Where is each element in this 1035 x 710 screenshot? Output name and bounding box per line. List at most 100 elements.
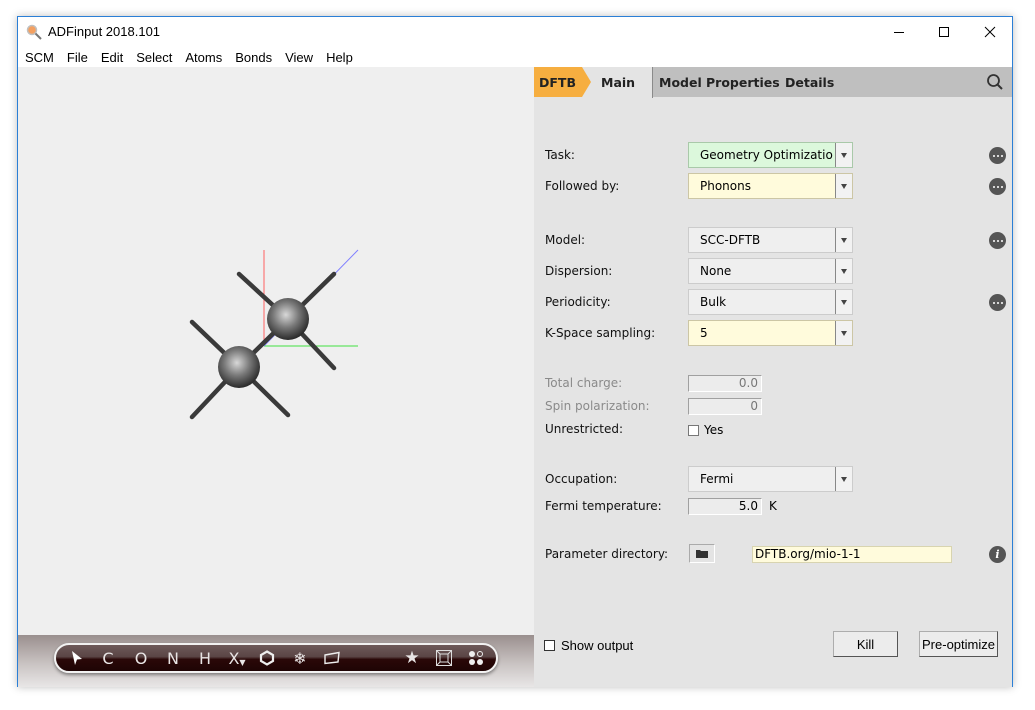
hydrogen-tool-button[interactable]: H xyxy=(194,645,216,671)
editor-toolbar-band: C O N H X ▼ ❄ ★ xyxy=(18,635,534,687)
app-logo-icon xyxy=(26,24,42,40)
plane-tool-button[interactable] xyxy=(321,645,343,671)
task-more-options-button[interactable] xyxy=(989,147,1006,164)
dropdown-arrow-icon: ▼ xyxy=(239,657,246,667)
close-icon xyxy=(984,26,996,38)
spin-polarization-input[interactable]: 0 xyxy=(688,398,762,415)
menu-file[interactable]: File xyxy=(67,50,88,65)
browse-folder-button[interactable] xyxy=(689,544,715,563)
followed-by-label: Followed by: xyxy=(545,179,620,193)
show-output-option[interactable]: Show output xyxy=(544,638,633,653)
molecule-viewport[interactable]: C O N H X ▼ ❄ ★ xyxy=(18,67,534,687)
periodicity-select[interactable]: Bulk xyxy=(688,289,853,315)
fermi-temperature-input[interactable]: 5.0 xyxy=(688,498,762,515)
ring-tool-button[interactable] xyxy=(256,645,278,671)
pointer-icon xyxy=(72,651,82,665)
snowflake-icon: ❄ xyxy=(293,648,307,668)
chevron-down-icon xyxy=(835,228,852,252)
info-icon[interactable]: i xyxy=(989,546,1006,563)
window-title: ADFinput 2018.101 xyxy=(48,24,161,39)
followed-by-more-options-button[interactable] xyxy=(989,178,1006,195)
occupation-label: Occupation: xyxy=(545,472,618,486)
structure-tool-button[interactable] xyxy=(465,645,487,671)
chevron-down-icon xyxy=(835,259,852,283)
kspace-value: 5 xyxy=(700,326,708,340)
menu-help[interactable]: Help xyxy=(326,50,353,65)
task-label: Task: xyxy=(545,148,575,162)
nitrogen-tool-button[interactable]: N xyxy=(162,645,184,671)
app-window: ADFinput 2018.101 SCM File Edit Select A… xyxy=(17,16,1013,687)
search-icon[interactable] xyxy=(986,73,1004,91)
other-element-tool-button[interactable]: X ▼ xyxy=(224,645,250,671)
task-value: Geometry Optimizatio xyxy=(700,148,833,162)
tab-properties[interactable]: Properties xyxy=(706,67,780,97)
menu-select[interactable]: Select xyxy=(136,50,172,65)
fermi-temperature-unit: K xyxy=(769,499,777,513)
menu-edit[interactable]: Edit xyxy=(101,50,123,65)
maximize-button[interactable] xyxy=(921,17,967,47)
menu-bar: SCM File Edit Select Atoms Bonds View He… xyxy=(18,47,1012,67)
tab-main[interactable]: Main xyxy=(582,67,653,98)
periodicity-more-options-button[interactable] xyxy=(989,294,1006,311)
menu-view[interactable]: View xyxy=(285,50,313,65)
minimize-button[interactable] xyxy=(876,17,922,47)
model-label: Model: xyxy=(545,233,586,247)
menu-scm[interactable]: SCM xyxy=(25,50,54,65)
fermi-temperature-label: Fermi temperature: xyxy=(545,499,662,513)
carbon-tool-button[interactable]: C xyxy=(97,645,119,671)
favorites-tool-button[interactable]: ★ xyxy=(401,645,423,671)
carbon-atom xyxy=(218,346,260,388)
kspace-label: K-Space sampling: xyxy=(545,326,656,340)
settings-panel: Main DFTB Model Properties Details Task:… xyxy=(534,67,1012,687)
tab-dftb-label: DFTB xyxy=(539,74,576,90)
chevron-down-icon xyxy=(835,467,852,491)
model-select[interactable]: SCC-DFTB xyxy=(688,227,853,253)
unrestricted-checkbox[interactable] xyxy=(688,424,699,436)
crystal-tool-button[interactable] xyxy=(433,645,455,671)
dispersion-label: Dispersion: xyxy=(545,264,613,278)
other-element-label: X xyxy=(228,648,240,668)
dispersion-value: None xyxy=(700,264,732,278)
pre-optimize-button[interactable]: Pre-optimize xyxy=(919,631,998,657)
kspace-select[interactable]: 5 xyxy=(688,320,853,346)
chevron-down-icon xyxy=(835,174,852,198)
task-select[interactable]: Geometry Optimizatio xyxy=(688,142,853,168)
followed-by-select[interactable]: Phonons xyxy=(688,173,853,199)
spin-polarization-label: Spin polarization: xyxy=(545,399,650,413)
molecule-drawing[interactable] xyxy=(18,67,534,637)
model-value: SCC-DFTB xyxy=(700,233,761,247)
tab-model[interactable]: Model xyxy=(659,67,702,97)
model-more-options-button[interactable] xyxy=(989,232,1006,249)
tab-dftb[interactable]: DFTB xyxy=(534,67,582,97)
oxygen-tool-button[interactable]: O xyxy=(130,645,152,671)
chevron-down-icon xyxy=(835,321,852,345)
menu-bonds[interactable]: Bonds xyxy=(235,50,272,65)
total-charge-input[interactable]: 0.0 xyxy=(688,375,762,392)
kill-button[interactable]: Kill xyxy=(833,631,898,657)
tab-main-label: Main xyxy=(601,75,636,90)
unrestricted-option[interactable]: Yes xyxy=(688,423,723,437)
dispersion-select[interactable]: None xyxy=(688,258,853,284)
menu-atoms[interactable]: Atoms xyxy=(185,50,222,65)
parameter-directory-input[interactable]: DFTB.org/mio-1-1 xyxy=(752,546,952,563)
show-output-checkbox[interactable] xyxy=(544,640,555,651)
show-output-label: Show output xyxy=(561,638,634,653)
panel-tab-bar: Main DFTB Model Properties Details xyxy=(534,67,1012,98)
select-tool-button[interactable] xyxy=(66,645,88,671)
star-icon: ★ xyxy=(404,648,420,668)
tab-details[interactable]: Details xyxy=(785,67,834,97)
freeze-tool-button[interactable]: ❄ xyxy=(289,645,311,671)
carbon-atom xyxy=(267,298,309,340)
chevron-down-icon xyxy=(835,143,852,167)
followed-by-value: Phonons xyxy=(700,179,751,193)
unrestricted-checkbox-label: Yes xyxy=(704,423,724,437)
occupation-value: Fermi xyxy=(700,472,734,486)
plane-icon xyxy=(324,651,340,665)
unrestricted-label: Unrestricted: xyxy=(545,422,624,436)
parameter-directory-label: Parameter directory: xyxy=(545,547,669,561)
total-charge-label: Total charge: xyxy=(545,376,623,390)
chevron-down-icon xyxy=(835,290,852,314)
close-button[interactable] xyxy=(967,17,1013,47)
occupation-select[interactable]: Fermi xyxy=(688,466,853,492)
folder-icon xyxy=(696,550,708,558)
